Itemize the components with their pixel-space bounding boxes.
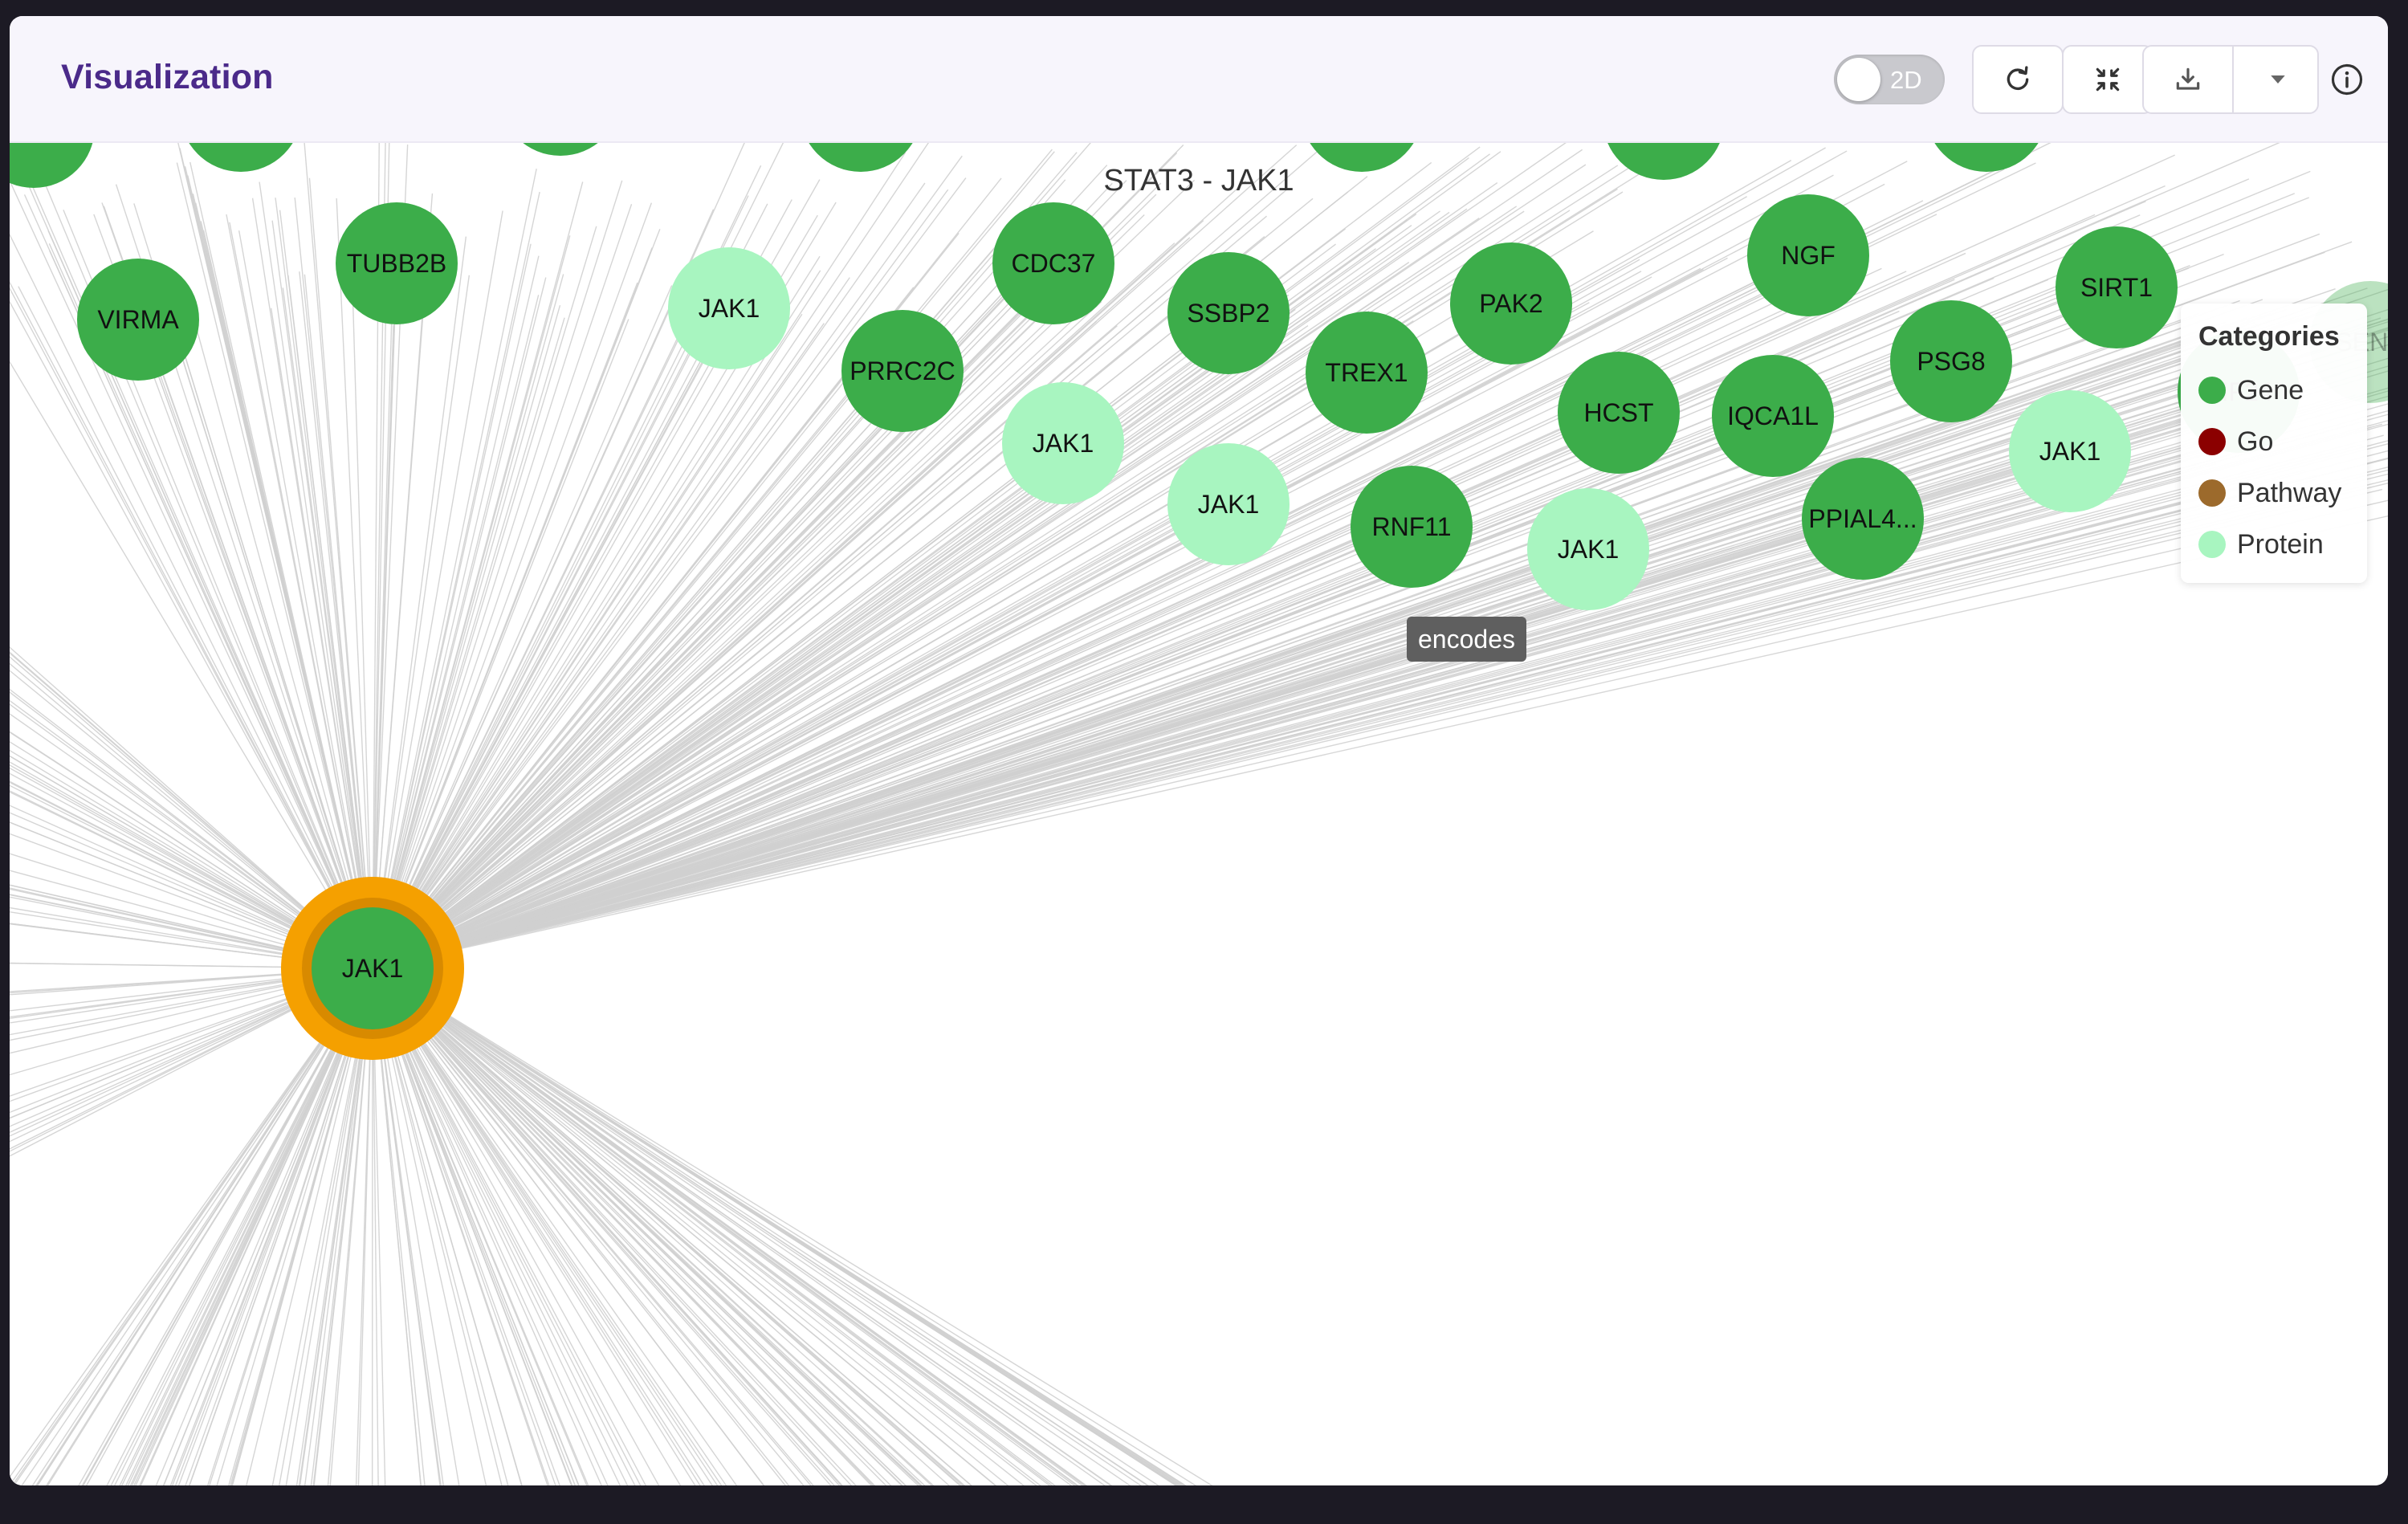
graph-edge [372,316,1267,969]
node-label: SSBP2 [1187,299,1269,328]
legend-item-pathway[interactable]: Pathway [2198,475,2341,511]
gene-node[interactable]: SSBP2 [1167,252,1290,374]
node-label: PAK2 [1479,289,1542,318]
node-label: IQCA1L [1727,401,1819,430]
go-dot-icon [2198,428,2226,455]
graph-edge [372,968,1086,1485]
graph-edge [372,348,2223,969]
gene-node[interactable]: CDC37 [992,202,1114,324]
gene-node[interactable]: PRRC2C [841,310,964,432]
protein-node[interactable]: JAK1 [1167,443,1290,565]
legend-item-go[interactable]: Go [2198,424,2273,459]
graph-edge [10,361,373,969]
gene-node[interactable]: IQCA1L [1712,355,1834,477]
node-label: TUBB2B [347,249,446,278]
graph-edge [372,287,2117,969]
graph-edge [372,968,727,1485]
node-label: JAK1 [342,954,403,983]
categories-legend: Categories Gene Go Pathway Protein [2181,304,2367,583]
node-label: RNF11 [1372,512,1452,541]
protein-node[interactable]: JAK1 [1002,382,1124,504]
protein-node[interactable]: JAK1 [1527,488,1649,610]
download-button-group [2142,45,2319,114]
legend-label: Protein [2237,528,2324,560]
gene-dot-icon [2198,377,2226,404]
network-graph[interactable]: VIRMA TUBB2B JAK1 PRRC2C CDC37 JAK1 SSBP2 JAK1 T… [10,143,2388,1485]
gene-node[interactable]: PSG8 [1890,300,2012,422]
graph-edge [372,968,1180,1485]
node-label: CDC37 [1012,249,1096,278]
graph-edge [372,361,1952,969]
node-label: JAK1 [2039,437,2100,466]
info-icon [2331,63,2363,96]
gene-node[interactable]: PAK2 [1450,242,1572,365]
toggle-label: 2D [1890,66,1922,94]
gene-node[interactable]: NGF [1747,194,1869,316]
graph-title: STAT3 - JAK1 [1103,164,1294,198]
graph-edge [372,968,1197,1485]
refresh-icon [2007,66,2029,91]
protein-node[interactable]: JAK1 [668,247,790,369]
graph-edge [372,252,1966,969]
center-node[interactable]: JAK1 [281,877,464,1060]
legend-item-gene[interactable]: Gene [2198,373,2304,408]
gene-node[interactable]: VIRMA [77,259,199,381]
graph-edge [372,312,900,969]
node-label: PPIAL4... [1808,504,1917,533]
gene-node[interactable]: HCST [1558,352,1680,474]
node-label: SIRT1 [2080,273,2153,302]
download-icon [2176,67,2200,90]
graph-canvas[interactable]: VIRMA TUBB2B JAK1 PRRC2C CDC37 JAK1 SSBP2 JAK1 T… [10,143,2388,1485]
node-label: TREX1 [1325,358,1408,387]
node-label: JAK1 [1033,429,1094,458]
graph-edge [372,968,1079,1485]
legend-label: Go [2237,426,2274,457]
panel-header: Visualization 2D [10,16,2388,143]
collapse-arrows-icon [2096,67,2120,92]
graph-edge [372,503,1229,969]
node-label: JAK1 [1558,535,1619,564]
node-label: HCST [1583,398,1653,427]
protein-node[interactable]: JAK1 [2009,390,2131,512]
node-label: PSG8 [1917,347,1985,376]
node-label: NGF [1781,241,1836,270]
gene-node[interactable]: TUBB2B [336,202,458,324]
download-options-dropdown[interactable] [2234,47,2317,112]
legend-label: Pathway [2237,477,2342,508]
graph-node[interactable] [499,143,621,156]
graph-edge [372,968,713,1485]
legend-label: Gene [2237,374,2304,405]
reset-button[interactable] [1972,45,2064,114]
legend-item-protein[interactable]: Protein [2198,527,2324,562]
node-label: PRRC2C [850,357,955,385]
node-label: VIRMA [97,305,179,334]
edge-tooltip: encodes [1407,617,1526,662]
legend-title: Categories [2198,321,2340,352]
panel-title: Visualization [61,58,274,96]
gene-node[interactable]: SIRT1 [2056,226,2178,348]
toggle-knob[interactable] [1837,58,1880,101]
caret-down-icon [2271,75,2285,84]
download-button[interactable] [2144,47,2232,112]
node-label: JAK1 [1198,490,1259,519]
info-button[interactable] [2330,63,2364,96]
fullscreen-button[interactable] [2062,45,2153,114]
gene-node[interactable]: RNF11 [1351,466,1473,588]
visualization-panel: Visualization 2D VIRMA TUBB2B JAK1 PRRC2… [10,16,2388,1485]
nodes-layer: VIRMA TUBB2B JAK1 PRRC2C CDC37 JAK1 SSBP2 JAK1 T… [10,143,2388,1060]
node-label: JAK1 [699,294,760,323]
pathway-dot-icon [2198,479,2226,507]
graph-edge [372,968,961,1485]
gene-node[interactable]: PPIAL4... [1802,458,1924,580]
protein-dot-icon [2198,531,2226,558]
gene-node[interactable]: TREX1 [1306,312,1428,434]
dimension-toggle[interactable]: 2D [1834,55,1945,104]
